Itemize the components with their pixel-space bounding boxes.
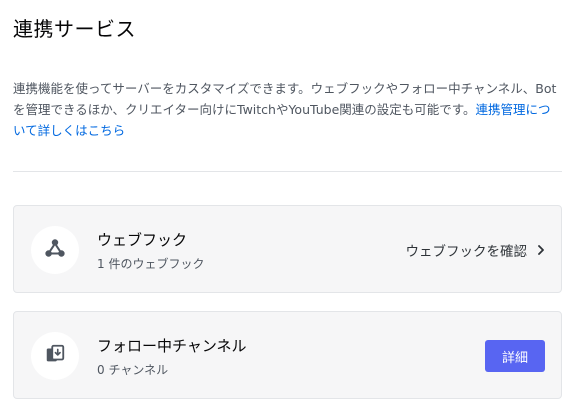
divider <box>13 171 562 172</box>
page-title: 連携サービス <box>13 17 136 41</box>
webhook-icon <box>44 237 66 263</box>
webhooks-count: 1 件のウェブフック <box>97 257 205 271</box>
view-webhooks-link[interactable]: ウェブフックを確認 <box>406 240 546 260</box>
webhooks-card: ウェブフック 1 件のウェブフック ウェブフックを確認 <box>13 205 562 293</box>
details-button[interactable]: 詳細 <box>485 340 545 372</box>
integrations-page: 連携サービス 連携機能を使ってサーバーをカスタマイズできます。ウェブフックやフォ… <box>0 0 576 414</box>
webhooks-title: ウェブフック <box>97 231 188 249</box>
chevron-right-icon <box>537 244 545 256</box>
view-webhooks-label: ウェブフックを確認 <box>405 244 528 260</box>
webhook-icon-container <box>31 226 79 274</box>
followed-channel-icon-container <box>31 332 79 380</box>
followed-channels-count: 0 チャンネル <box>97 363 169 377</box>
followed-channels-title: フォロー中チャンネル <box>97 337 247 355</box>
page-description: 連携機能を使ってサーバーをカスタマイズできます。ウェブフックやフォロー中チャンネ… <box>13 78 561 141</box>
followed-channels-card: フォロー中チャンネル 0 チャンネル 詳細 <box>13 311 562 399</box>
followed-channel-icon <box>44 343 66 369</box>
